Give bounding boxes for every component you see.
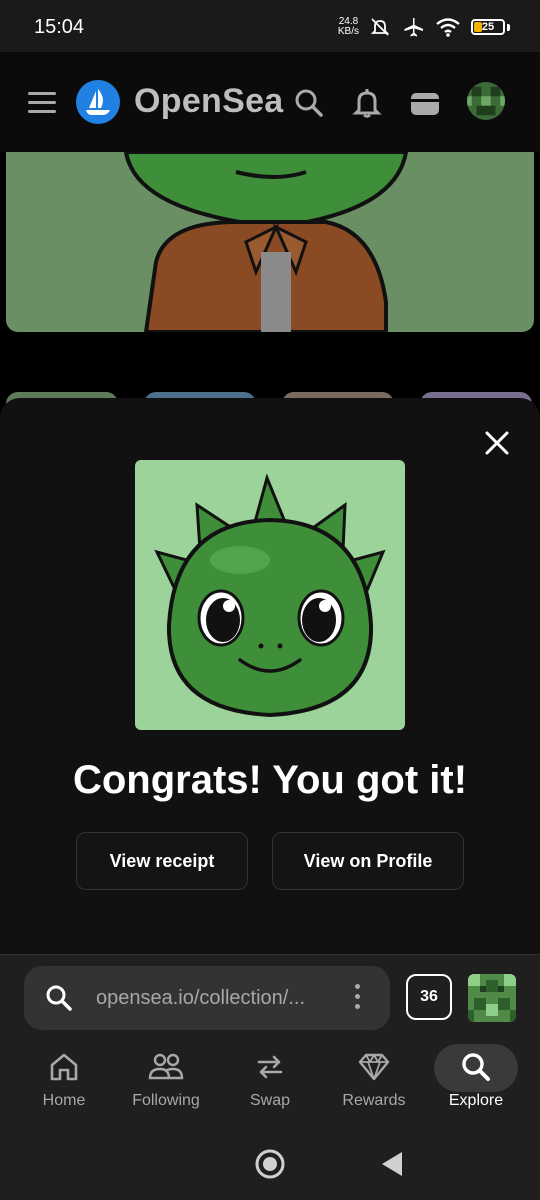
view-on-profile-button[interactable]: View on Profile — [272, 832, 464, 890]
view-receipt-button[interactable]: View receipt — [76, 832, 248, 890]
url-text[interactable]: opensea.io/collection/... — [96, 987, 305, 1010]
opensea-logo-icon[interactable] — [76, 80, 120, 124]
wallet-icon[interactable] — [408, 86, 442, 120]
battery-icon: 25 — [471, 19, 505, 35]
purchased-nft-image — [135, 460, 405, 730]
system-home-icon[interactable] — [254, 1148, 286, 1180]
network-speed: 24.8 KB/s — [338, 17, 359, 37]
search-icon — [462, 1053, 490, 1081]
nav-item-home[interactable]: Home — [14, 1044, 114, 1122]
mute-icon — [370, 18, 390, 36]
nav-item-explore[interactable]: Explore — [426, 1044, 526, 1122]
system-back-icon[interactable] — [380, 1150, 404, 1178]
app-header: OpenSea — [0, 52, 540, 152]
avatar[interactable] — [467, 82, 505, 120]
nav-item-swap[interactable]: Swap — [220, 1044, 320, 1122]
nav-item-following[interactable]: Following — [116, 1044, 216, 1122]
people-icon — [148, 1053, 184, 1080]
nav-label-home: Home — [42, 1092, 86, 1109]
bell-icon[interactable] — [350, 86, 384, 120]
search-icon[interactable] — [292, 86, 326, 120]
diamond-icon — [358, 1053, 390, 1081]
battery-level: 25 — [481, 21, 495, 33]
profile-avatar[interactable] — [468, 974, 516, 1022]
status-time: 15:04 — [34, 16, 85, 38]
nav-label-explore: Explore — [448, 1092, 504, 1109]
nav-item-rewards[interactable]: Rewards — [324, 1044, 424, 1122]
nav-label-following: Following — [132, 1092, 200, 1109]
menu-icon[interactable] — [28, 92, 56, 114]
nav-label-rewards: Rewards — [342, 1092, 406, 1109]
url-search-icon — [46, 985, 72, 1011]
close-icon[interactable] — [484, 430, 510, 456]
hero-nft-image[interactable] — [6, 152, 534, 332]
status-icons: 24.8 KB/s 25 — [338, 14, 510, 40]
network-speed-unit: KB/s — [337, 26, 359, 37]
airplane-icon — [404, 18, 423, 37]
nav-label-swap: Swap — [249, 1092, 291, 1109]
wifi-icon — [436, 18, 460, 37]
status-bar: 15:04 24.8 KB/s 25 — [0, 0, 540, 52]
swap-icon — [257, 1055, 283, 1079]
home-icon — [50, 1053, 78, 1081]
more-options-icon[interactable] — [352, 984, 362, 1012]
tab-count-button[interactable]: 36 — [406, 974, 452, 1020]
battery-tip — [507, 23, 510, 31]
congrats-title: Congrats! You got it! — [72, 758, 468, 802]
brand-name[interactable]: OpenSea — [134, 82, 284, 121]
